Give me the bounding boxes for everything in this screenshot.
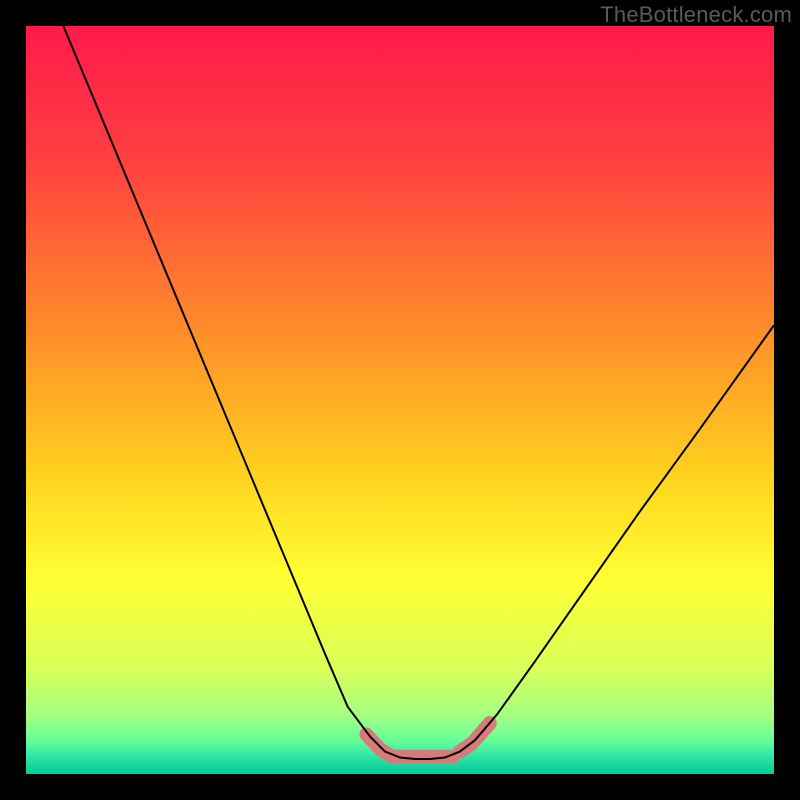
optimal-range-segment — [366, 734, 377, 746]
watermark-text: TheBottleneck.com — [600, 2, 792, 28]
chart-frame: TheBottleneck.com — [0, 0, 800, 800]
bottleneck-chart — [0, 0, 800, 800]
plot-background — [26, 26, 774, 774]
